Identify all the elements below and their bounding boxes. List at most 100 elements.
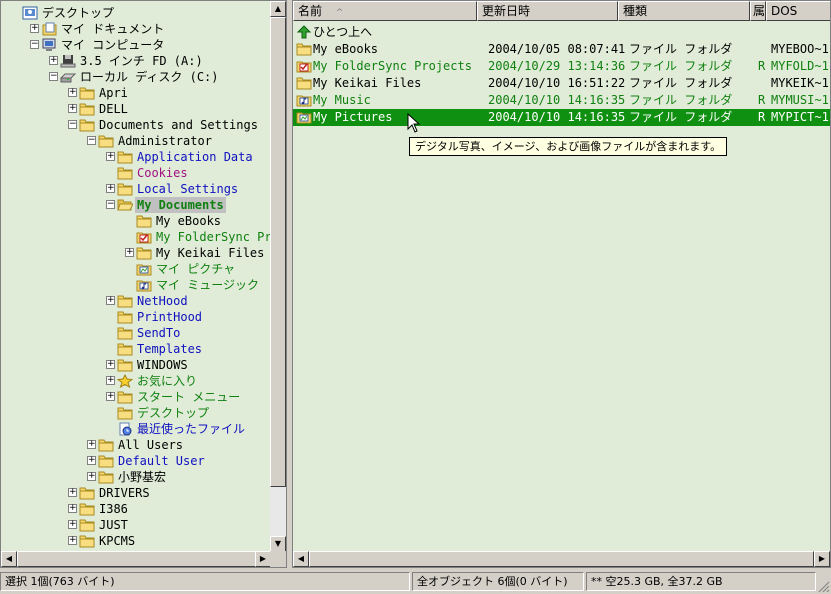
tree-horizontal-scrollbar[interactable]: ◀ ▶	[1, 551, 271, 567]
tree-item-label: Local Settings	[137, 182, 239, 196]
list-hscroll-thumb[interactable]	[309, 551, 814, 567]
column-header-date[interactable]: 更新日時	[477, 1, 618, 21]
collapse-icon[interactable]: −	[68, 120, 77, 129]
column-dos-label: DOS	[771, 4, 798, 18]
tree-item-label: マイ コンピュータ	[61, 38, 165, 52]
column-header-type[interactable]: 種類	[618, 1, 750, 21]
recent-files-icon	[117, 422, 133, 436]
list-item[interactable]: My FolderSync Projects 2004/10/29 13:14:3…	[293, 58, 830, 75]
expand-icon[interactable]: +	[87, 440, 96, 449]
resize-grip-icon[interactable]	[818, 581, 830, 593]
status-disk-space: ** 空25.3 GB, 全37.2 GB	[586, 572, 816, 591]
list-item[interactable]: My Pictures 2004/10/10 14:16:35 ファイル フォルダ R…	[293, 109, 830, 126]
folder-icon	[117, 406, 133, 420]
collapse-icon[interactable]: −	[30, 40, 39, 49]
list-item[interactable]: My Music 2004/10/10 14:16:35 ファイル フォルダ R MYM…	[293, 92, 830, 109]
favorites-star-icon	[116, 373, 134, 389]
file-name: My Keikai Files	[313, 76, 422, 90]
file-name: My eBooks	[313, 42, 379, 56]
expand-icon[interactable]: +	[68, 504, 77, 513]
collapse-icon[interactable]: −	[87, 136, 96, 145]
my-computer-icon	[41, 38, 57, 52]
folder-tree[interactable]: デスクトップ + マイ ドキュメント − マイ コンピュータ +3.5 インチ FD (A…	[1, 1, 271, 552]
column-header-attributes[interactable]: 属	[750, 1, 766, 21]
list-item[interactable]: ひとつ上へ	[293, 24, 830, 41]
collapse-icon[interactable]: −	[106, 200, 115, 209]
tree-item-label: スタート メニュー	[137, 390, 241, 404]
expand-icon[interactable]: +	[87, 472, 96, 481]
dos-name: MYFOLD~1	[771, 59, 829, 73]
column-header-name[interactable]: 名前 ^	[293, 1, 477, 21]
expand-icon[interactable]: +	[49, 56, 58, 65]
column-header-dos-name[interactable]: DOS	[766, 1, 830, 21]
scroll-up-arrow-icon[interactable]: ▲	[270, 1, 286, 17]
collapse-icon[interactable]: −	[49, 72, 58, 81]
tree-item-label: 最近使ったファイル	[137, 422, 246, 436]
column-date-label: 更新日時	[482, 4, 531, 18]
status-total-objects: 全オブジェクト 6個(0 バイト)	[412, 572, 584, 591]
folder-icon	[136, 246, 152, 260]
expand-icon[interactable]: +	[106, 152, 115, 161]
folder-icon	[117, 326, 133, 340]
tree-item-label: All Users	[118, 438, 184, 452]
my-pictures-icon	[296, 110, 312, 124]
tree-item-label: My Documents	[135, 197, 226, 213]
folder-icon	[79, 102, 95, 116]
tree-item-label: Administrator	[118, 134, 212, 148]
tree-item-label: NetHood	[137, 294, 188, 308]
tree-item-label: WINDOWS	[137, 358, 188, 372]
folder-tree-pane[interactable]: デスクトップ + マイ ドキュメント − マイ コンピュータ +3.5 インチ FD (A…	[0, 0, 287, 568]
tree-vertical-scrollbar[interactable]: ▲ ▼	[270, 1, 286, 552]
folder-icon	[117, 166, 133, 180]
tree-item-label: Apri	[99, 86, 128, 100]
expand-icon[interactable]: +	[68, 104, 77, 113]
desktop-icon	[22, 6, 38, 20]
list-horizontal-scrollbar[interactable]: ◀ ▶	[293, 551, 830, 567]
my-music-icon	[136, 278, 152, 292]
expand-icon[interactable]: +	[106, 360, 115, 369]
expand-icon[interactable]: +	[106, 376, 115, 385]
expand-icon[interactable]: +	[106, 392, 115, 401]
tree-item-label: ローカル ディスク (C:)	[80, 70, 219, 84]
tree-item-label: DRIVERS	[99, 486, 150, 500]
scroll-left-arrow-icon[interactable]: ◀	[293, 551, 309, 567]
folder-icon	[98, 438, 114, 452]
expand-icon[interactable]: +	[87, 456, 96, 465]
expand-icon[interactable]: +	[68, 536, 77, 545]
my-music-icon	[296, 93, 312, 107]
status-selection: 選択 1個(763 バイト)	[0, 572, 410, 591]
list-item[interactable]: My Keikai Files 2004/10/10 16:51:22 ファイル フ…	[293, 75, 830, 92]
tree-item-label: 3.5 インチ FD (A:)	[80, 54, 203, 68]
file-list-pane[interactable]: 名前 ^ 更新日時 種類 属 DOS ひとつ上へ My eBooks 2004/10…	[292, 0, 831, 568]
dos-name: MYMUSI~1	[771, 93, 829, 107]
scroll-right-arrow-icon[interactable]: ▶	[255, 551, 271, 567]
tree-hscroll-thumb[interactable]	[17, 551, 257, 567]
expand-icon[interactable]: +	[68, 488, 77, 497]
folder-icon	[136, 214, 152, 228]
tree-item-label: Documents and Settings	[99, 118, 258, 132]
tree-item-label: KPCMS	[99, 534, 136, 548]
expand-icon[interactable]: +	[30, 24, 39, 33]
expand-icon[interactable]: +	[125, 248, 134, 257]
folder-icon	[117, 182, 133, 196]
status-bar: 選択 1個(763 バイト) 全オブジェクト 6個(0 バイト) ** 空25.…	[0, 570, 831, 594]
tree-item-label: PrintHood	[137, 310, 203, 324]
expand-icon[interactable]: +	[106, 184, 115, 193]
list-item[interactable]: My eBooks 2004/10/05 08:07:41 ファイル フォルダ MYE…	[293, 41, 830, 58]
list-header: 名前 ^ 更新日時 種類 属 DOS	[293, 1, 830, 21]
scroll-down-arrow-icon[interactable]: ▼	[270, 536, 286, 552]
scroll-left-arrow-icon[interactable]: ◀	[1, 551, 17, 567]
expand-icon[interactable]: +	[68, 88, 77, 97]
file-attributes: R	[758, 110, 766, 124]
scroll-right-arrow-icon[interactable]: ▶	[814, 551, 830, 567]
folder-icon	[79, 518, 95, 532]
tree-item-label: デスクトップ	[42, 6, 115, 20]
tree-item-label: DELL	[99, 102, 128, 116]
folder-icon	[79, 534, 95, 548]
tree-scroll-thumb[interactable]	[270, 17, 286, 487]
hard-disk-icon	[59, 70, 77, 84]
sort-ascending-icon: ^	[335, 8, 344, 18]
modified-date: 2004/10/10 14:16:35	[488, 110, 626, 124]
expand-icon[interactable]: +	[68, 520, 77, 529]
expand-icon[interactable]: +	[106, 296, 115, 305]
